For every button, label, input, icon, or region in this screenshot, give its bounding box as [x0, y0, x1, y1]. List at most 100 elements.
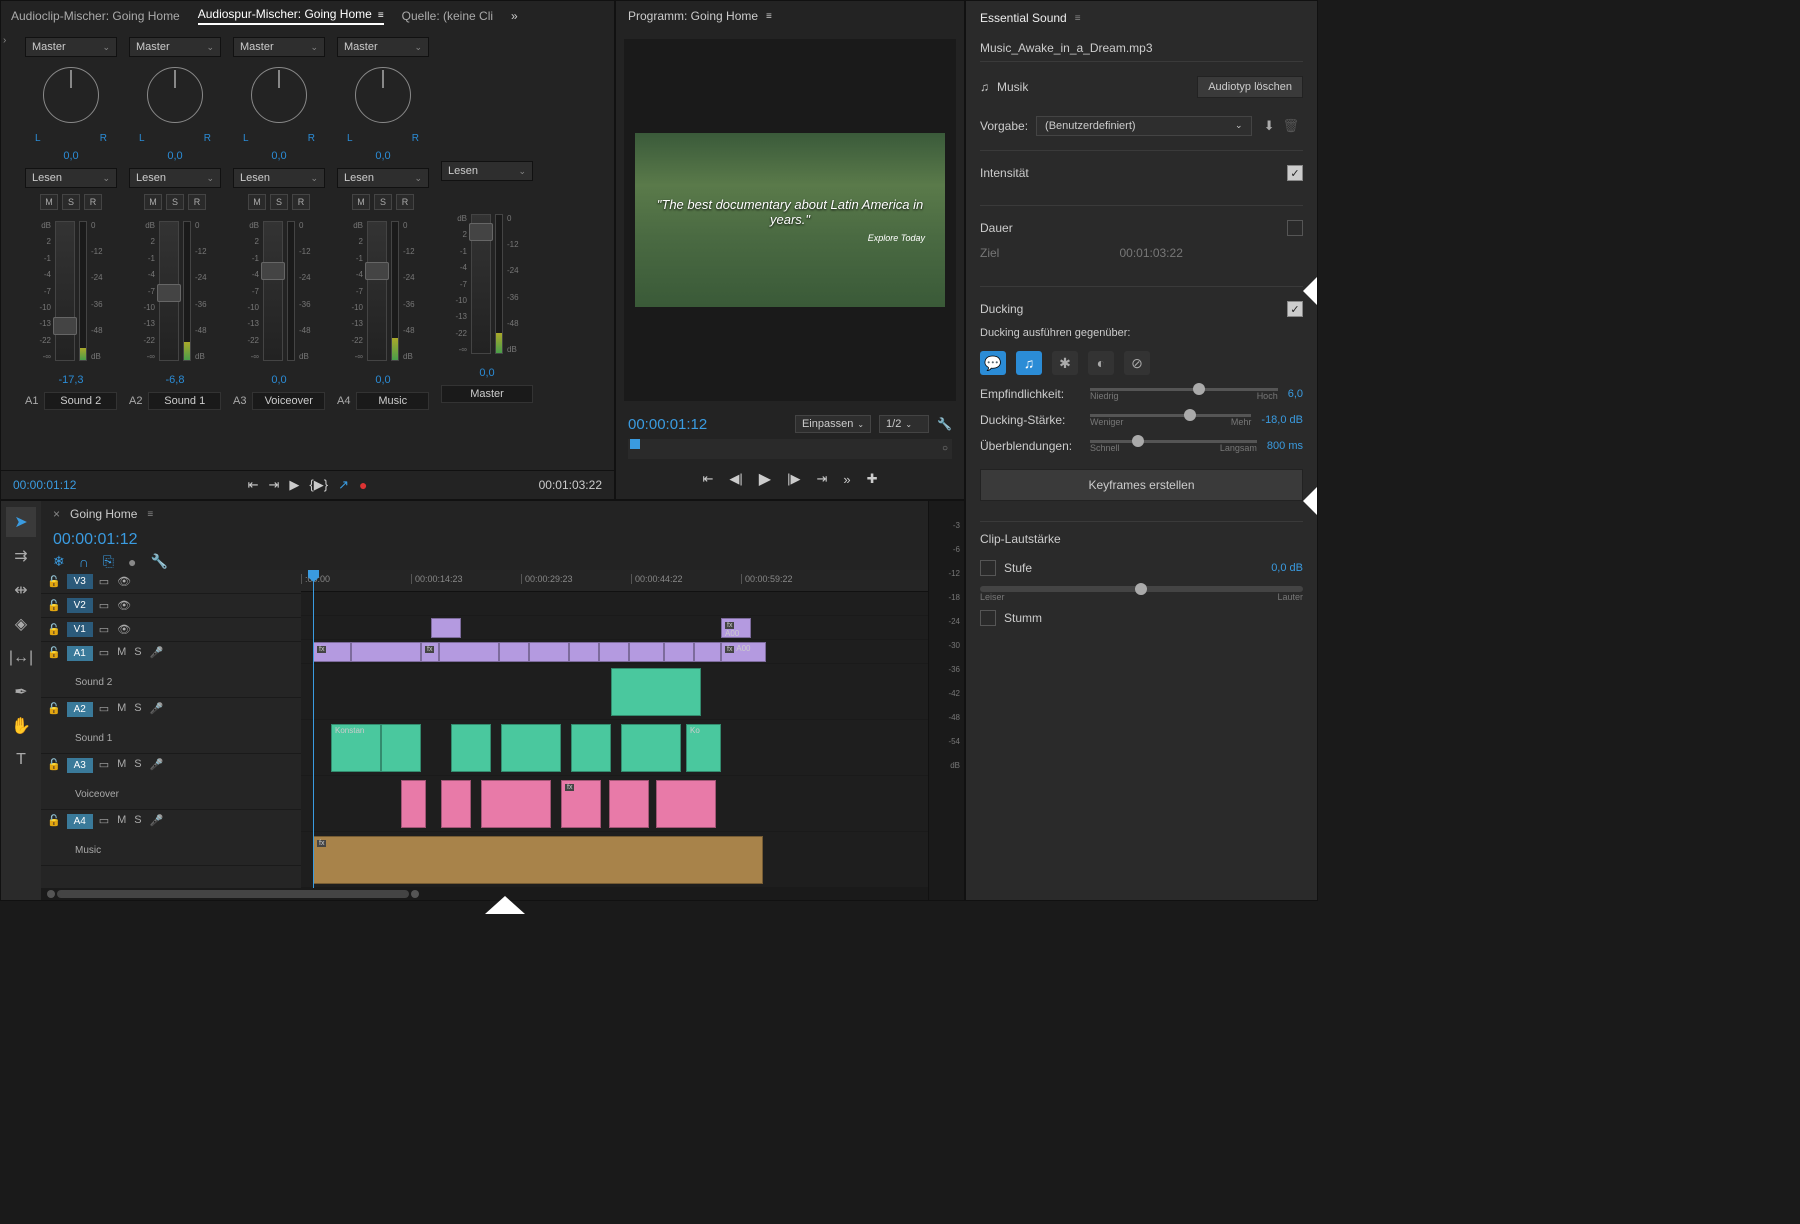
audio-track-header[interactable]: 🔓 A3 ▭MS🎤 Voiceover	[41, 754, 301, 810]
volume-fader[interactable]	[367, 221, 387, 361]
close-icon[interactable]: ×	[53, 507, 60, 521]
lock-icon[interactable]: 🔓	[47, 599, 61, 612]
sfx-icon[interactable]: ✱	[1052, 351, 1078, 375]
pan-value[interactable]: 0,0	[167, 150, 182, 162]
video-clip[interactable]	[629, 642, 664, 662]
tab-source[interactable]: Quelle: (keine Cli	[402, 9, 493, 23]
snap-icon[interactable]: ❄	[53, 553, 65, 570]
pan-value[interactable]: 0,0	[375, 150, 390, 162]
video-clip[interactable]	[569, 642, 599, 662]
ducking-label[interactable]: Ducking	[980, 302, 1023, 316]
download-icon[interactable]: ⬇	[1260, 118, 1279, 134]
video-track-header[interactable]: 🔓 V2 ▭👁	[41, 594, 301, 618]
lock-icon[interactable]: 🔓	[47, 702, 61, 715]
voice-icon[interactable]: 🎤	[150, 646, 164, 659]
marker-icon[interactable]: ●	[128, 554, 136, 570]
audio-clip[interactable]	[441, 780, 471, 828]
audio-clip[interactable]	[501, 724, 561, 772]
toggle-output-icon[interactable]: ▭	[99, 623, 109, 636]
video-track-header[interactable]: 🔓 V1 ▭👁	[41, 618, 301, 642]
toggle-output-icon[interactable]: ▭	[99, 758, 109, 771]
audio-track-lane[interactable]: fx	[301, 832, 928, 888]
zoom-dropdown[interactable]: 1/2⌄	[879, 415, 929, 433]
channel-name[interactable]: Master	[441, 385, 533, 403]
volume-fader[interactable]	[55, 221, 75, 361]
video-track-lane[interactable]	[301, 592, 928, 616]
lock-icon[interactable]: 🔓	[47, 814, 61, 827]
fit-dropdown[interactable]: Einpassen⌄	[795, 415, 871, 433]
tracks-area[interactable]: :00:0000:00:14:2300:00:29:2300:00:44:220…	[301, 570, 928, 888]
video-track-lane[interactable]: fx A00	[301, 616, 928, 640]
audio-clip[interactable]	[381, 724, 421, 772]
video-track-header[interactable]: 🔓 V3 ▭👁	[41, 570, 301, 594]
unassigned-icon[interactable]: ⊘	[1124, 351, 1150, 375]
toggle-output-icon[interactable]: ▭	[99, 575, 109, 588]
channel-name[interactable]: Music	[356, 392, 429, 410]
m-button[interactable]: M	[144, 194, 162, 210]
track-label[interactable]: V1	[67, 622, 93, 637]
video-clip[interactable]	[499, 642, 529, 662]
audio-clip[interactable]: Konstan	[331, 724, 381, 772]
menu-icon[interactable]: ≡	[766, 11, 772, 22]
m-button[interactable]: M	[248, 194, 266, 210]
voice-icon[interactable]: 🎤	[150, 702, 164, 715]
mute-checkbox[interactable]	[980, 610, 996, 626]
volume-fader[interactable]	[159, 221, 179, 361]
track-label[interactable]: A2	[67, 702, 93, 717]
channel-db[interactable]: 0,0	[375, 374, 390, 386]
channel-name[interactable]: Sound 2	[44, 392, 117, 410]
mark-out-icon[interactable]: ⇥	[816, 471, 827, 487]
audio-track-header[interactable]: 🔓 A1 ▭MS🎤 Sound 2	[41, 642, 301, 698]
voice-icon[interactable]: 🎤	[150, 814, 164, 827]
fades-value[interactable]: 800 ms	[1267, 440, 1303, 452]
menu-icon[interactable]: ≡	[1075, 13, 1081, 24]
preset-dropdown[interactable]: (Benutzerdefiniert)⌄	[1036, 116, 1252, 136]
tab-audioclip-mixer[interactable]: Audioclip-Mischer: Going Home	[11, 9, 180, 23]
type-tool-icon[interactable]: T	[6, 745, 36, 775]
menu-icon[interactable]: ≡	[378, 10, 384, 21]
track-label[interactable]: A3	[67, 758, 93, 773]
lock-icon[interactable]: 🔓	[47, 646, 61, 659]
video-clip[interactable]	[431, 618, 461, 638]
r-button[interactable]: R	[396, 194, 414, 210]
audio-track-header[interactable]: 🔓 A2 ▭MS🎤 Sound 1	[41, 698, 301, 754]
overflow-icon[interactable]: »	[511, 9, 518, 23]
time-ruler[interactable]: :00:0000:00:14:2300:00:29:2300:00:44:220…	[301, 570, 928, 592]
go-to-out-icon[interactable]: ⇥	[268, 477, 279, 493]
hand-tool-icon[interactable]: ✋	[6, 711, 36, 741]
step-back-icon[interactable]: ◀|	[729, 471, 742, 487]
channel-name[interactable]: Sound 1	[148, 392, 221, 410]
chevron-right-icon[interactable]: ›	[3, 35, 6, 46]
r-button[interactable]: R	[292, 194, 310, 210]
slip-tool-icon[interactable]: |↔|	[6, 643, 36, 673]
track-label[interactable]: V2	[67, 598, 93, 613]
automation-dropdown[interactable]: Lesen⌄	[25, 168, 117, 188]
track-label[interactable]: A1	[67, 646, 93, 661]
pen-tool-icon[interactable]: ✒	[6, 677, 36, 707]
channel-db[interactable]: 0,0	[271, 374, 286, 386]
timeline-playhead[interactable]	[313, 570, 314, 888]
s-button[interactable]: S	[62, 194, 80, 210]
record-icon[interactable]: ●	[359, 477, 367, 493]
mute-icon[interactable]: M	[117, 758, 126, 771]
pan-value[interactable]: 0,0	[271, 150, 286, 162]
video-track-lane[interactable]: fxfxfx A00	[301, 640, 928, 664]
audio-clip[interactable]	[611, 668, 701, 716]
clear-audiotype-button[interactable]: Audiotyp löschen	[1197, 76, 1303, 98]
trash-icon[interactable]: 🗑	[1278, 118, 1303, 134]
toggle-output-icon[interactable]: ▭	[99, 814, 109, 827]
sensitivity-slider[interactable]	[1090, 388, 1278, 391]
mark-in-icon[interactable]: ⇤	[702, 471, 713, 487]
razor-tool-icon[interactable]: ◈	[6, 609, 36, 639]
channel-db[interactable]: -6,8	[166, 374, 185, 386]
magnet-icon[interactable]: ∩	[79, 554, 89, 570]
tab-audiotrack-mixer[interactable]: Audiospur-Mischer: Going Home≡	[198, 7, 384, 25]
mute-icon[interactable]: M	[117, 646, 126, 659]
volume-fader[interactable]	[263, 221, 283, 361]
automation-dropdown[interactable]: Lesen⌄	[233, 168, 325, 188]
audio-clip[interactable]	[481, 780, 551, 828]
dialogue-icon[interactable]: 💬	[980, 351, 1006, 375]
audio-clip[interactable]	[609, 780, 649, 828]
solo-icon[interactable]: S	[134, 702, 141, 715]
audio-clip[interactable]: fx	[561, 780, 601, 828]
